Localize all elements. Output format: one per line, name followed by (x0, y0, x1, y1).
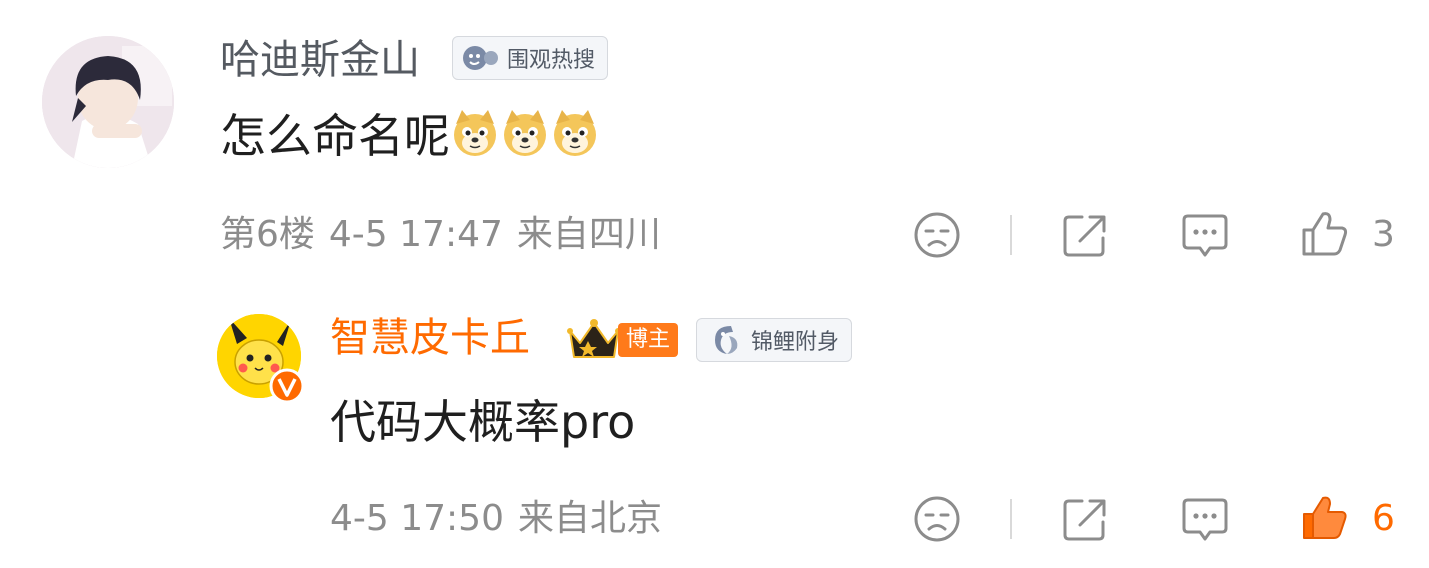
reply-time: 4-5 17:50 (330, 498, 504, 539)
comment-meta: 第6楼 4-5 17:47 来自四川 (220, 213, 675, 257)
comment-text: 怎么命名呢 (220, 108, 600, 164)
comment-icon[interactable] (1180, 210, 1230, 260)
comment-time: 4-5 17:47 (328, 214, 503, 255)
action-divider (1010, 215, 1012, 255)
avatar-hadisijinshan[interactable] (42, 36, 174, 168)
reply-location: 来自北京 (518, 498, 663, 539)
fan-badge-label: 锦鲤附身 (751, 330, 840, 355)
fan-badge[interactable]: 锦鲤附身 (696, 318, 853, 362)
like-icon[interactable] (1300, 208, 1350, 258)
fan-badge-label: 围观热搜 (507, 48, 596, 73)
reply-meta: 4-5 17:50 来自北京 (330, 497, 676, 541)
share-icon[interactable] (1060, 494, 1110, 544)
share-icon[interactable] (1060, 210, 1110, 260)
action-divider (1010, 499, 1012, 539)
like-count: 6 (1372, 498, 1395, 539)
dislike-icon[interactable] (912, 494, 962, 544)
spectator-icon (463, 46, 498, 70)
comment-username[interactable]: 哈迪斯金山 (220, 36, 420, 84)
verified-icon (269, 368, 305, 404)
reply-text: 代码大概率pro (330, 395, 636, 449)
doge-emoji (454, 110, 496, 156)
fan-badge[interactable]: 围观热搜 (452, 36, 609, 80)
floor-number: 第6楼 (220, 214, 315, 255)
like-icon-liked[interactable] (1300, 492, 1350, 542)
comment-icon[interactable] (1180, 494, 1230, 544)
like-count: 3 (1372, 214, 1395, 255)
koi-icon (715, 326, 738, 354)
crown-icon (567, 319, 621, 358)
blogger-tag: 博主 (618, 323, 679, 357)
comment-location: 来自四川 (516, 214, 661, 255)
comment-text-body: 怎么命名呢 (220, 109, 450, 163)
doge-emoji (554, 110, 596, 156)
doge-emoji (504, 110, 546, 156)
reply-username[interactable]: 智慧皮卡丘 (330, 314, 530, 362)
dislike-icon[interactable] (912, 210, 962, 260)
